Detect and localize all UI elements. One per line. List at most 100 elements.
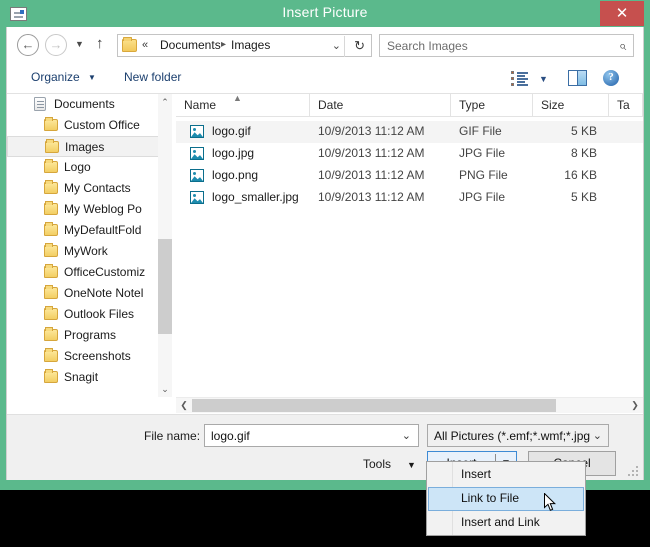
- breadcrumb-documents[interactable]: Documents: [160, 38, 221, 52]
- scroll-right-icon[interactable]: ❯: [627, 398, 643, 413]
- sort-ascending-icon: ▲: [233, 93, 242, 103]
- chevron-down-icon[interactable]: ▼: [88, 73, 96, 82]
- folder-icon: [44, 180, 58, 194]
- sidebar-item-documents[interactable]: Documents: [7, 94, 159, 115]
- column-header-label: Size: [541, 98, 565, 112]
- sidebar-item-label: My Weblog Po: [64, 202, 142, 216]
- navigation-bar: ← → ▼ ↑ « Documents ▸ Images ⌄ ↻ Search …: [7, 27, 643, 62]
- cell-type: JPG File: [459, 146, 506, 160]
- scroll-down-icon[interactable]: ⌄: [158, 381, 172, 397]
- scroll-left-icon[interactable]: ❮: [176, 398, 192, 413]
- column-header-label: Ta: [617, 98, 630, 112]
- cell-date: 10/9/2013 11:12 AM: [318, 124, 425, 138]
- sidebar-item-outlook-files[interactable]: Outlook Files: [7, 304, 159, 325]
- column-header-size[interactable]: Size: [533, 94, 609, 117]
- cell-name: logo.gif: [212, 124, 251, 138]
- sidebar-item-custom-office[interactable]: Custom Office: [7, 115, 159, 136]
- cell-name: logo.png: [212, 168, 259, 182]
- sidebar-item-label: OfficeCustomiz: [64, 265, 146, 279]
- sidebar-item-label: MyDefaultFold: [64, 223, 142, 237]
- sidebar-vertical-scrollbar[interactable]: ⌃ ⌄: [158, 94, 172, 397]
- scrollbar-thumb[interactable]: [192, 399, 556, 412]
- table-row[interactable]: logo.gif 10/9/2013 11:12 AM GIF File 5 KB: [176, 121, 643, 143]
- navigation-tree: Documents Custom Office Images Logo My Conta…: [7, 94, 172, 397]
- column-header-tags[interactable]: Ta: [609, 94, 643, 117]
- image-file-icon: [190, 125, 204, 138]
- menu-item-label: Insert and Link: [461, 515, 540, 529]
- column-header-type[interactable]: Type: [451, 94, 533, 117]
- menu-item-link-to-file[interactable]: Link to File: [428, 487, 584, 511]
- sidebar-item-programs[interactable]: Programs: [7, 325, 159, 346]
- folder-icon: [44, 306, 58, 320]
- file-name-input[interactable]: logo.gif ⌄: [204, 424, 419, 447]
- folder-icon: [44, 348, 58, 362]
- sidebar-item-officecustomiz[interactable]: OfficeCustomiz: [7, 262, 159, 283]
- chevron-down-icon[interactable]: ⌄: [402, 429, 411, 442]
- menu-item-label: Insert: [461, 467, 492, 481]
- sidebar-item-snagit[interactable]: Snagit: [7, 367, 159, 388]
- menu-item-insert[interactable]: Insert: [428, 463, 584, 487]
- command-bar: Organize ▼ New folder ▼ ?: [7, 62, 643, 94]
- chevron-down-icon[interactable]: ⌄: [332, 39, 341, 52]
- chevron-down-icon[interactable]: ⌄: [589, 429, 602, 442]
- column-header-name[interactable]: Name ▲: [176, 93, 310, 117]
- sidebar-item-onenote-notel[interactable]: OneNote Notel: [7, 283, 159, 304]
- chevron-down-icon[interactable]: ▼: [539, 74, 548, 84]
- resize-grip[interactable]: [628, 466, 639, 477]
- new-folder-button[interactable]: New folder: [124, 70, 181, 84]
- breadcrumb-images[interactable]: Images: [231, 38, 270, 52]
- chevron-down-icon[interactable]: ▼: [407, 460, 416, 470]
- sidebar-item-logo[interactable]: Logo: [7, 157, 159, 178]
- menu-item-insert-and-link[interactable]: Insert and Link: [428, 511, 584, 535]
- sidebar-item-label: Custom Office: [64, 118, 140, 132]
- column-header-date[interactable]: Date: [310, 94, 451, 117]
- cell-size: 8 KB: [570, 146, 597, 160]
- column-headers: Name ▲ Date Type Size Ta: [176, 93, 643, 117]
- table-row[interactable]: logo.jpg 10/9/2013 11:12 AM JPG File 8 KB: [176, 143, 643, 165]
- forward-button[interactable]: →: [45, 34, 67, 56]
- image-file-icon: [190, 191, 204, 204]
- sidebar-item-screenshots[interactable]: Screenshots: [7, 346, 159, 367]
- sidebar-item-mywork[interactable]: MyWork: [7, 241, 159, 262]
- cell-size: 5 KB: [570, 190, 597, 204]
- cell-size: 16 KB: [564, 168, 597, 182]
- cell-type: PNG File: [459, 168, 508, 182]
- search-input[interactable]: Search Images ⌕: [379, 34, 634, 57]
- cell-name: logo_smaller.jpg: [212, 190, 299, 204]
- search-icon[interactable]: ⌕: [619, 38, 626, 54]
- up-one-level-button[interactable]: ↑: [96, 35, 104, 52]
- file-list-horizontal-scrollbar[interactable]: ❮ ❯: [176, 397, 643, 413]
- preview-pane-icon[interactable]: [568, 70, 587, 86]
- cell-type: GIF File: [459, 124, 502, 138]
- refresh-icon[interactable]: ↻: [354, 38, 365, 54]
- table-row[interactable]: logo_smaller.jpg 10/9/2013 11:12 AM JPG Fi…: [176, 187, 643, 209]
- file-type-filter-value: All Pictures (*.emf;*.wmf;*.jpg;*: [434, 429, 599, 443]
- view-options-icon[interactable]: [511, 71, 529, 86]
- sidebar-item-my-weblog-po[interactable]: My Weblog Po: [7, 199, 159, 220]
- scrollbar-thumb[interactable]: [158, 239, 172, 334]
- sidebar-item-mydefaultfold[interactable]: MyDefaultFold: [7, 220, 159, 241]
- help-icon[interactable]: ?: [603, 70, 619, 86]
- search-placeholder: Search Images: [387, 39, 468, 53]
- sidebar-item-images[interactable]: Images: [7, 136, 159, 157]
- breadcrumb-separator-icon[interactable]: ▸: [221, 39, 226, 50]
- address-bar[interactable]: « Documents ▸ Images ⌄ ↻: [117, 34, 372, 57]
- divider: [344, 36, 345, 57]
- scroll-up-icon[interactable]: ⌃: [158, 94, 172, 110]
- dialog-client-area: ← → ▼ ↑ « Documents ▸ Images ⌄ ↻ Search …: [6, 27, 644, 480]
- organize-button[interactable]: Organize: [31, 70, 80, 84]
- cell-date: 10/9/2013 11:12 AM: [318, 146, 425, 160]
- sidebar-item-my-contacts[interactable]: My Contacts: [7, 178, 159, 199]
- recent-locations-icon[interactable]: ▼: [75, 39, 84, 49]
- cell-name: logo.jpg: [212, 146, 255, 160]
- breadcrumb-overflow-icon[interactable]: «: [142, 39, 148, 51]
- folder-icon: [44, 264, 58, 278]
- title-bar[interactable]: Insert Picture ✕: [0, 0, 650, 27]
- insert-picture-dialog: Insert Picture ✕ ← → ▼ ↑ « Documents ▸ I…: [0, 0, 650, 490]
- insert-dropdown-menu: Insert Link to File Insert and Link: [426, 461, 586, 536]
- close-button[interactable]: ✕: [600, 1, 644, 26]
- back-button[interactable]: ←: [17, 34, 39, 56]
- tools-button[interactable]: Tools: [363, 457, 391, 471]
- table-row[interactable]: logo.png 10/9/2013 11:12 AM PNG File 16 KB: [176, 165, 643, 187]
- file-type-filter-select[interactable]: All Pictures (*.emf;*.wmf;*.jpg;* ⌄: [427, 424, 609, 447]
